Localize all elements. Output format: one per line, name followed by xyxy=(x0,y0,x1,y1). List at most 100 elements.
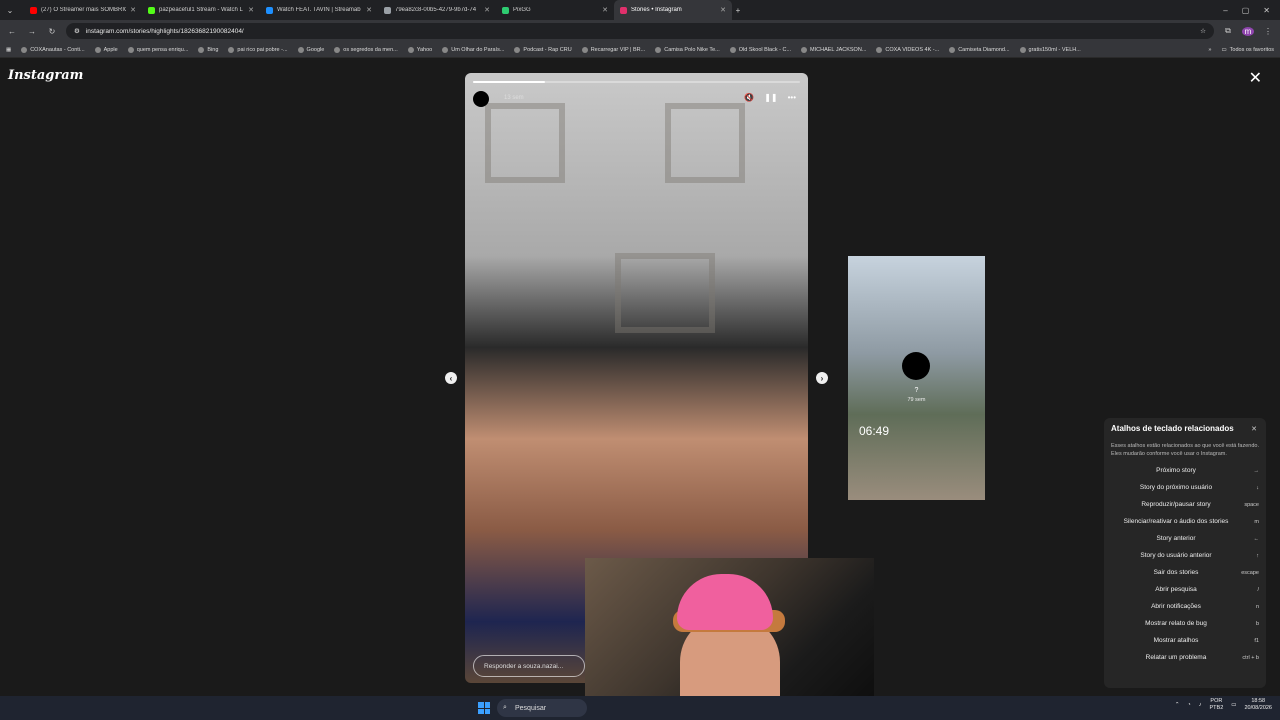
language-indicator[interactable]: POR PTB2 xyxy=(1210,698,1224,712)
more-bookmarks-icon[interactable]: » xyxy=(1208,47,1211,53)
tab-close-icon[interactable]: ✕ xyxy=(248,6,254,14)
site-info-icon[interactable]: ⚙ xyxy=(74,27,80,35)
apps-icon[interactable]: ▦ xyxy=(6,47,11,53)
story-time: 13 sem xyxy=(504,95,524,101)
story-progress xyxy=(473,81,800,83)
bookmark-item[interactable]: os segredos da men... xyxy=(334,46,398,53)
bookmark-star-icon[interactable]: ☆ xyxy=(1200,27,1206,35)
window-close-icon[interactable]: ✕ xyxy=(1263,6,1270,15)
shortcut-key: escape xyxy=(1241,569,1259,576)
volume-icon[interactable]: ♪ xyxy=(1199,702,1202,708)
shortcut-key: ctrl + b xyxy=(1242,654,1259,661)
pause-icon[interactable]: ❚❚ xyxy=(764,93,777,102)
browser-tab[interactable]: Stories • Instagram ✕ xyxy=(614,0,732,20)
bookmark-item[interactable]: Um Olhar do Paraís... xyxy=(442,46,504,53)
shortcuts-close-icon[interactable]: ✕ xyxy=(1251,425,1257,433)
bookmark-label: Camiseta Diamond... xyxy=(958,46,1010,53)
reply-input[interactable]: Responder a souza.nazai... xyxy=(473,655,585,677)
bookmark-label: quem pensa enriqu... xyxy=(136,46,189,53)
tab-favicon-icon xyxy=(148,6,155,14)
bookmark-label: Yahoo xyxy=(416,46,433,53)
browser-tab[interactable]: pazpeaceful1 Stream - Watch L ✕ xyxy=(142,0,260,20)
minimize-icon[interactable]: – xyxy=(1223,6,1227,15)
bookmark-label: Google xyxy=(306,46,325,53)
bookmark-favicon-icon xyxy=(21,46,28,53)
tray-chevron-icon[interactable]: ⌃ xyxy=(1175,702,1180,708)
all-bookmarks-label: Todos os favoritos xyxy=(1229,46,1274,53)
bookmark-item[interactable]: Camisa Polo Nike Te... xyxy=(655,46,720,53)
tab-list-icon[interactable]: ⌄ xyxy=(4,6,16,15)
next-story-preview[interactable]: ? 79 sem 06:49 xyxy=(848,256,985,500)
reload-icon[interactable]: ↻ xyxy=(46,27,58,36)
tab-close-icon[interactable]: ✕ xyxy=(366,6,372,14)
profile-avatar[interactable]: m xyxy=(1242,26,1254,36)
maximize-icon[interactable]: ▢ xyxy=(1242,6,1250,15)
url-field[interactable]: ⚙ instagram.com/stories/highlights/18263… xyxy=(66,23,1214,39)
tab-close-icon[interactable]: ✕ xyxy=(602,6,608,14)
shortcut-row: Mostrar atalhos f1 xyxy=(1111,632,1259,649)
story-avatar[interactable] xyxy=(473,91,489,107)
tab-title: Watch FEAT. TAVIN | Streamab xyxy=(277,7,361,13)
tab-close-icon[interactable]: ✕ xyxy=(130,6,136,14)
mute-icon[interactable]: 🔇 xyxy=(744,93,754,102)
taskbar-search[interactable]: ⌕ Pesquisar xyxy=(497,699,587,717)
bookmark-item[interactable]: COXA VÍDEOS 4K -... xyxy=(876,46,940,53)
bookmark-item[interactable]: Bing xyxy=(198,46,218,53)
browser-tab[interactable]: Watch FEAT. TAVIN | Streamab ✕ xyxy=(260,0,378,20)
tab-close-icon[interactable]: ✕ xyxy=(484,6,490,14)
bookmark-label: os segredos da men... xyxy=(343,46,398,53)
shortcut-key: ↑ xyxy=(1256,552,1259,559)
wifi-icon[interactable]: ◔ xyxy=(1187,702,1190,708)
tab-title: Stories • Instagram xyxy=(631,7,682,13)
windows-taskbar xyxy=(0,696,1280,720)
bookmark-label: pai rico pai pobre -... xyxy=(237,46,288,53)
bookmark-item[interactable]: gratis150ml - VELH... xyxy=(1019,46,1081,53)
extensions-icon[interactable]: ⧉ xyxy=(1222,26,1234,36)
close-stories-icon[interactable]: ✕ xyxy=(1249,68,1262,88)
tab-favicon-icon xyxy=(30,6,37,14)
all-bookmarks[interactable]: ▭ Todos os favoritos xyxy=(1221,47,1274,53)
bookmark-label: Apple xyxy=(103,46,118,53)
bookmark-label: COXA VÍDEOS 4K -... xyxy=(885,46,940,53)
forward-icon[interactable]: → xyxy=(26,27,38,36)
shortcut-label: Abrir pesquisa xyxy=(1155,585,1197,593)
preview-username: ? xyxy=(914,387,919,394)
taskbar-search-label: Pesquisar xyxy=(515,704,547,712)
bookmark-item[interactable]: Old Skool Black - C... xyxy=(729,46,791,53)
browser-tab[interactable]: (27) O Streamer mais SOMBRIO ✕ xyxy=(24,0,142,20)
bookmark-item[interactable]: pai rico pai pobre -... xyxy=(228,46,288,53)
bookmark-item[interactable]: Yahoo xyxy=(407,46,433,53)
clock[interactable]: 18:58 20/08/2026 xyxy=(1244,698,1272,712)
system-tray: ⌃ ◔ ♪ POR PTB2 ▭ 18:58 20/08/2026 xyxy=(1175,698,1272,712)
shortcuts-description: Esses atalhos estão relacionados ao que … xyxy=(1111,443,1259,457)
back-icon[interactable]: ← xyxy=(6,27,18,36)
url-text: instagram.com/stories/highlights/1826368… xyxy=(85,27,244,35)
windows-start-icon[interactable] xyxy=(478,702,490,714)
network-icon[interactable]: ▭ xyxy=(1231,702,1236,708)
shortcut-label: Mostrar atalhos xyxy=(1153,636,1199,644)
bookmark-item[interactable]: Apple xyxy=(94,46,118,53)
more-options-icon[interactable]: ••• xyxy=(788,93,796,102)
bookmark-item[interactable]: Podcast - Rap CRU xyxy=(514,46,572,53)
menu-icon[interactable]: ⋮ xyxy=(1262,27,1274,36)
new-tab-icon[interactable]: + xyxy=(732,6,744,15)
bookmark-item[interactable]: MICHAEL JACKSON... xyxy=(801,46,867,53)
shortcut-key: → xyxy=(1253,467,1260,474)
shortcut-label: Silenciar/reativar o áudio dos stories xyxy=(1123,517,1229,525)
prev-story-icon[interactable]: ‹ xyxy=(445,372,457,384)
bookmark-label: Recarregar VIP | BR... xyxy=(590,46,646,53)
bookmark-item[interactable]: Google xyxy=(297,46,325,53)
next-story-icon[interactable]: › xyxy=(816,372,828,384)
bookmark-item[interactable]: Camiseta Diamond... xyxy=(949,46,1010,53)
bookmark-item[interactable]: quem pensa enriqu... xyxy=(127,46,189,53)
bookmarks-bar: ▦ COXAnautas - Conti... Apple quem pensa e… xyxy=(0,42,1280,58)
bookmark-item[interactable]: Recarregar VIP | BR... xyxy=(581,46,646,53)
browser-tab[interactable]: PixGG ✕ xyxy=(496,0,614,20)
browser-tab[interactable]: 79ea82c8-00b5-4279-9b7d-74 ✕ xyxy=(378,0,496,20)
bookmark-item[interactable]: COXAnautas - Conti... xyxy=(21,46,85,53)
instagram-logo[interactable]: Instagram xyxy=(8,68,83,83)
tab-close-icon[interactable]: ✕ xyxy=(720,6,726,14)
bookmark-label: MICHAEL JACKSON... xyxy=(810,46,867,53)
story-progress-fill xyxy=(473,81,545,83)
shortcuts-title: Atalhos de teclado relacionados xyxy=(1111,424,1234,433)
